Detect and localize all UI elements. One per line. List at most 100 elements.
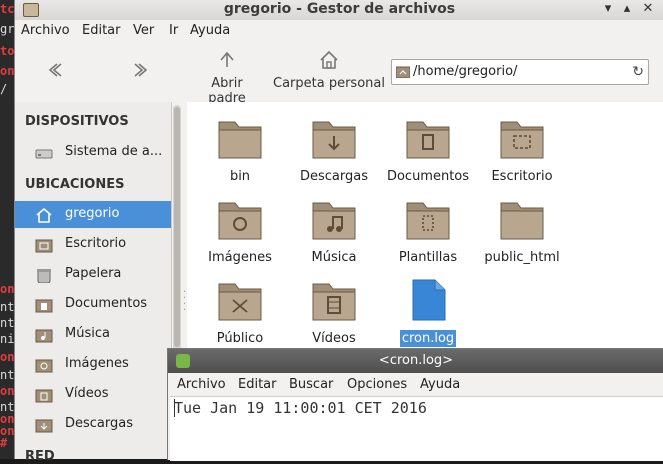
arrow-up-icon bbox=[220, 51, 234, 67]
editor-title-bar[interactable]: <cron.log> bbox=[168, 349, 663, 373]
editor-text-line: Tue Jan 19 11:00:01 CET 2016 bbox=[174, 399, 427, 417]
documents-folder-icon bbox=[35, 299, 53, 313]
forward-icon bbox=[134, 63, 148, 77]
file-item[interactable]: public_html bbox=[475, 197, 569, 266]
terminal-line: gr bbox=[0, 22, 15, 36]
file-item[interactable]: bin bbox=[193, 116, 287, 185]
file-label: Público bbox=[216, 331, 264, 346]
terminal-line: on bbox=[0, 282, 15, 296]
devices-header: DISPOSITIVOS bbox=[25, 114, 129, 129]
sidebar-item-musica[interactable]: Música bbox=[15, 321, 171, 348]
menu-bar: Archivo Editar Ver Ir Ayuda bbox=[15, 20, 663, 42]
back-icon bbox=[48, 63, 62, 77]
editor-text-area[interactable]: Tue Jan 19 11:00:01 CET 2016 bbox=[170, 396, 663, 461]
home-folder-icon bbox=[396, 66, 410, 78]
menu-ver[interactable]: Ver bbox=[133, 23, 154, 38]
harddisk-icon bbox=[35, 149, 53, 159]
public-share-folder-icon bbox=[218, 283, 262, 321]
maximize-button[interactable]: ▴ bbox=[618, 1, 636, 17]
folder-icon bbox=[218, 121, 262, 159]
file-label: Escritorio bbox=[491, 169, 553, 184]
pane-resize-grip[interactable]: · · · · bbox=[183, 288, 186, 316]
reload-icon[interactable]: ↻ bbox=[632, 64, 644, 80]
toolbar: Abrir padre Carpeta personal /home/grego… bbox=[15, 44, 663, 106]
desktop-folder-icon bbox=[35, 239, 53, 253]
terminal-line: ni bbox=[0, 332, 15, 346]
close-button[interactable]: ✕ bbox=[639, 1, 657, 17]
sidebar: DISPOSITIVOS Sistema de a... UBICACIONES… bbox=[15, 102, 172, 464]
menu-ir[interactable]: Ir bbox=[169, 23, 178, 38]
editor-menu-editar[interactable]: Editar bbox=[238, 377, 277, 392]
text-editor-window: <cron.log> Archivo Editar Buscar Opcione… bbox=[167, 348, 663, 461]
sidebar-item-label: Descargas bbox=[65, 416, 134, 431]
file-label: Plantillas bbox=[398, 250, 458, 265]
sidebar-item-descargas[interactable]: Descargas bbox=[15, 411, 171, 438]
sidebar-item-videos[interactable]: Vídeos bbox=[15, 381, 171, 408]
file-item[interactable]: Música bbox=[287, 197, 381, 266]
forward-button[interactable] bbox=[129, 58, 153, 86]
sidebar-item-filesystem[interactable]: Sistema de a... bbox=[15, 139, 171, 166]
sidebar-item-label: Música bbox=[65, 326, 110, 341]
text-caret bbox=[174, 399, 175, 417]
terminal-line: nt bbox=[0, 300, 15, 314]
terminal-line: nt bbox=[0, 368, 15, 382]
sidebar-item-gregorio[interactable]: gregorio bbox=[15, 201, 171, 228]
file-item[interactable]: Documentos bbox=[381, 116, 475, 185]
menu-ayuda[interactable]: Ayuda bbox=[190, 23, 230, 38]
sidebar-item-label: gregorio bbox=[65, 206, 120, 221]
file-item[interactable]: Escritorio bbox=[475, 116, 569, 185]
videos-folder-icon bbox=[35, 389, 53, 403]
sidebar-item-escritorio[interactable]: Escritorio bbox=[15, 231, 171, 258]
music-folder-icon bbox=[312, 202, 356, 240]
sidebar-item-label: Escritorio bbox=[65, 236, 127, 251]
file-item[interactable]: Vídeos bbox=[287, 278, 381, 347]
file-item-selected[interactable]: cron.log bbox=[381, 278, 475, 347]
terminal-line: on bbox=[0, 384, 15, 398]
editor-menu-opciones[interactable]: Opciones bbox=[347, 377, 407, 392]
editor-title: <cron.log> bbox=[378, 353, 454, 368]
title-bar[interactable]: gregorio - Gestor de archivos ▾ ▴ ✕ bbox=[15, 0, 663, 20]
location-entry[interactable]: /home/gregorio/ ↻ bbox=[391, 59, 649, 85]
file-item[interactable]: Público bbox=[193, 278, 287, 347]
editor-menu-bar: Archivo Editar Buscar Opciones Ayuda bbox=[168, 374, 663, 396]
downloads-folder-icon bbox=[35, 419, 53, 433]
menu-editar[interactable]: Editar bbox=[82, 23, 121, 38]
terminal-line: on bbox=[0, 64, 15, 78]
up-button[interactable]: Abrir padre bbox=[191, 48, 263, 106]
sidebar-item-papelera[interactable]: Papelera bbox=[15, 261, 171, 288]
file-label: Documentos bbox=[386, 169, 470, 184]
editor-menu-archivo[interactable]: Archivo bbox=[177, 377, 226, 392]
terminal-line: # bbox=[0, 436, 8, 450]
folder-icon bbox=[500, 202, 544, 240]
file-item[interactable]: Plantillas bbox=[381, 197, 475, 266]
editor-menu-buscar[interactable]: Buscar bbox=[289, 377, 333, 392]
editor-menu-ayuda[interactable]: Ayuda bbox=[420, 377, 460, 392]
file-label: Música bbox=[311, 250, 357, 265]
scrollbar-thumb[interactable] bbox=[174, 107, 180, 347]
videos-folder-icon bbox=[312, 283, 356, 321]
downloads-folder-icon bbox=[312, 121, 356, 159]
file-label: Vídeos bbox=[312, 331, 356, 346]
documents-folder-icon bbox=[406, 121, 450, 159]
sidebar-item-label: Documentos bbox=[65, 296, 148, 311]
sidebar-item-imagenes[interactable]: Imágenes bbox=[15, 351, 171, 378]
sidebar-item-documentos[interactable]: Documentos bbox=[15, 291, 171, 318]
terminal-line: / bbox=[0, 82, 8, 96]
sidebar-item-label: Papelera bbox=[65, 266, 122, 281]
home-icon bbox=[320, 50, 338, 69]
location-path: /home/gregorio/ bbox=[413, 64, 518, 79]
sidebar-item-label: Vídeos bbox=[65, 386, 109, 401]
minimize-button[interactable]: ▾ bbox=[599, 1, 617, 17]
text-file-icon bbox=[412, 279, 446, 321]
terminal-line: on bbox=[0, 350, 15, 364]
file-label: bin bbox=[229, 169, 251, 184]
file-label: Descargas bbox=[299, 169, 368, 184]
file-item[interactable]: Descargas bbox=[287, 116, 381, 185]
terminal-line: nt bbox=[0, 316, 15, 330]
sidebar-scrollbar[interactable] bbox=[173, 105, 181, 359]
back-button[interactable] bbox=[43, 58, 67, 86]
menu-archivo[interactable]: Archivo bbox=[21, 23, 70, 38]
home-button[interactable]: Carpeta personal bbox=[273, 48, 385, 91]
network-header: RED bbox=[25, 449, 55, 464]
file-item[interactable]: Imágenes bbox=[193, 197, 287, 266]
